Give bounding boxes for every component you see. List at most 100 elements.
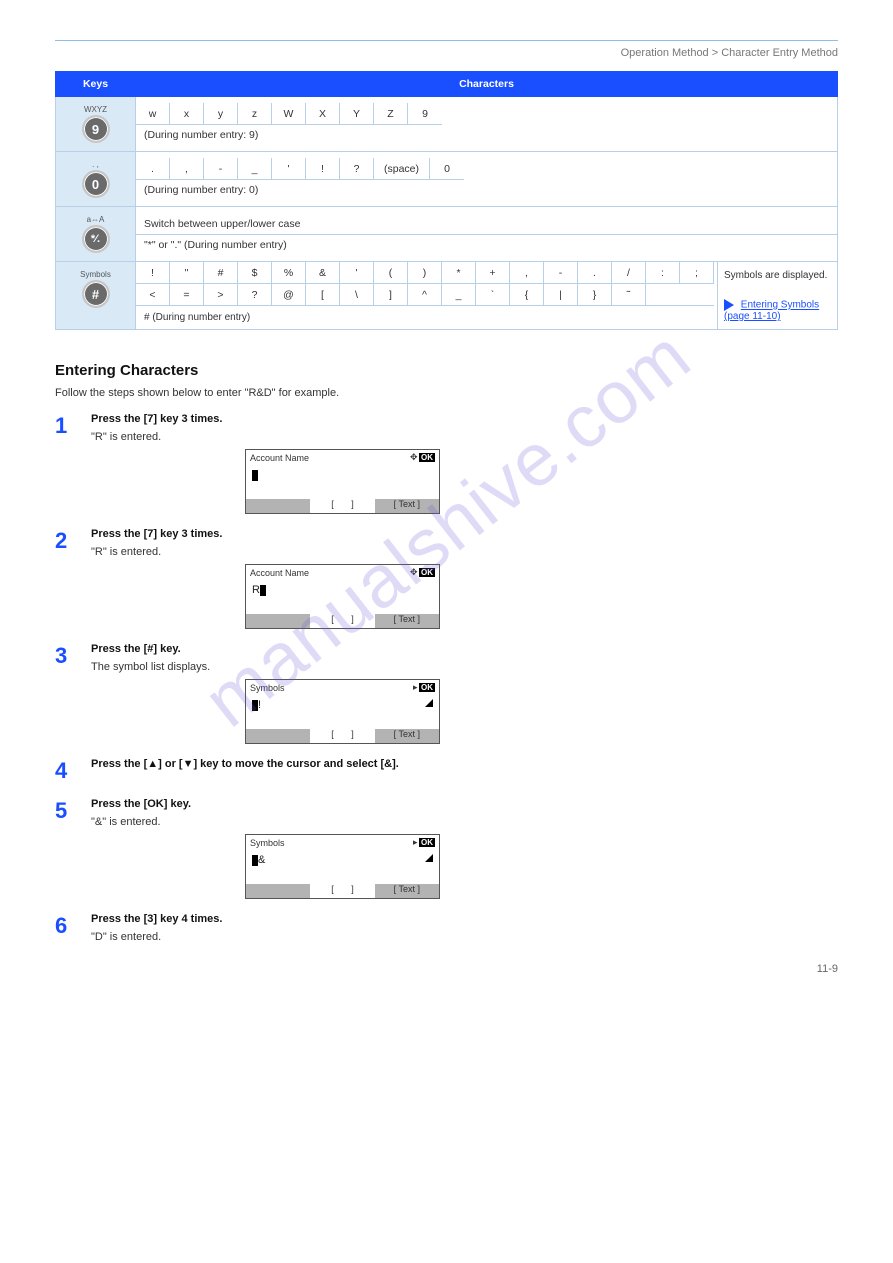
key-circle: 9 [82,115,110,143]
col-keys: Keys [56,72,136,97]
step-title: Press the [3] key 4 times. [91,913,838,925]
char: ] [374,284,408,306]
step-number: 1 [55,413,91,439]
char: # [204,262,238,284]
nav-arrows-icon: ▸ [413,837,417,847]
char: $ [238,262,272,284]
nav-arrows-icon: ✥ [410,567,417,577]
lcd-title: Symbols [250,838,285,848]
cross-ref-link[interactable]: Entering Symbols (page 11-10) [724,300,819,322]
char: - [204,158,238,180]
char: ˜ [612,284,646,306]
char: " [170,262,204,284]
nav-arrows-icon: ✥ [410,452,417,462]
char: ^ [408,284,442,306]
char: ) [408,262,442,284]
char: , [170,158,204,180]
note: Switch between upper/lower case [136,214,837,235]
char: } [578,284,612,306]
char: z [238,103,272,125]
key-label: Symbols [60,270,131,279]
ok-icon: OK [419,838,435,847]
step: 4 Press the [▲] or [▼] key to move the c… [55,758,838,784]
key-0: . , 0 [56,152,136,207]
key-9-chars: w x y z W X Y Z 9 (During number entry: … [136,97,838,152]
char: @ [272,284,306,306]
char: x [170,103,204,125]
char: [ [306,284,340,306]
char: ; [680,262,714,284]
note: "*" or "." (During number entry) [136,235,837,255]
char: { [510,284,544,306]
char: % [272,262,306,284]
char: 0 [430,158,464,180]
step-sub: The symbol list displays. [91,661,838,673]
cursor-icon [252,470,258,481]
char: ? [340,158,374,180]
key-circle: *⁄. [82,225,110,253]
section-title: Entering Characters [55,362,838,379]
arrow-icon [724,299,734,311]
lcd-screen: Symbols ▸ OK & [ ] [ Text ] [245,834,440,899]
char: ' [340,262,374,284]
char: _ [442,284,476,306]
breadcrumb: Operation Method > Character Entry Metho… [55,47,838,59]
step: 2 Press the [7] key 3 times. "R" is ente… [55,528,838,558]
step-sub: "R" is entered. [91,546,838,558]
step-title: Press the [OK] key. [91,798,838,810]
lcd-title: Account Name [250,568,309,578]
nav-arrows-icon: ▸ [413,682,417,692]
char: = [170,284,204,306]
col-chars: Characters [136,72,838,97]
lcd-title: Symbols [250,683,285,693]
step-title: Press the [▲] or [▼] key to move the cur… [91,758,838,770]
char: - [544,262,578,284]
char: ! [306,158,340,180]
char: . [136,158,170,180]
char: / [612,262,646,284]
step-number: 4 [55,758,91,784]
cursor-icon [260,585,266,596]
step: 1 Press the [7] key 3 times. "R" is ente… [55,413,838,443]
note: (During number entry: 0) [136,180,837,200]
lcd-screen: Account Name ✥ OK R [ ] [ Text ] [245,564,440,629]
char: > [204,284,238,306]
key-9: WXYZ 9 [56,97,136,152]
char: : [646,262,680,284]
char: _ [238,158,272,180]
note: (During number entry: 9) [136,125,837,145]
char: ' [272,158,306,180]
char: . [578,262,612,284]
note: # (During number entry) [136,306,717,329]
side-text: Symbols are displayed. [724,270,831,281]
lcd-text: ! [258,699,261,711]
char: | [544,284,578,306]
key-circle: 0 [82,170,110,198]
ok-icon: OK [419,453,435,462]
char: ( [374,262,408,284]
key-hash-chars: ! " # $ % & ' ( ) * + , [136,262,838,330]
key-star: a⇔A *⁄. [56,207,136,262]
step-number: 2 [55,528,91,554]
lcd-title: Account Name [250,453,309,463]
scroll-indicator-icon [425,699,433,707]
char: < [136,284,170,306]
symbols-side: Symbols are displayed. Entering Symbols … [717,262,837,329]
char: (space) [374,158,430,180]
char: 9 [408,103,442,125]
step-title: Press the [7] key 3 times. [91,413,838,425]
ok-icon: OK [419,568,435,577]
step: 5 Press the [OK] key. "&" is entered. [55,798,838,828]
key-hash: Symbols # [56,262,136,330]
scroll-indicator-icon [425,854,433,862]
lcd-text: R [252,584,260,596]
step-number: 3 [55,643,91,669]
section-desc: Follow the steps shown below to enter "R… [55,387,838,399]
char: ` [476,284,510,306]
key-0-chars: . , - _ ' ! ? (space) 0 (During number e… [136,152,838,207]
step-sub: "&" is entered. [91,816,838,828]
header-rule [55,40,838,41]
step: 3 Press the [#] key. The symbol list dis… [55,643,838,673]
step-title: Press the [7] key 3 times. [91,528,838,540]
char-table: Keys Characters WXYZ 9 w x y z W [55,71,838,330]
